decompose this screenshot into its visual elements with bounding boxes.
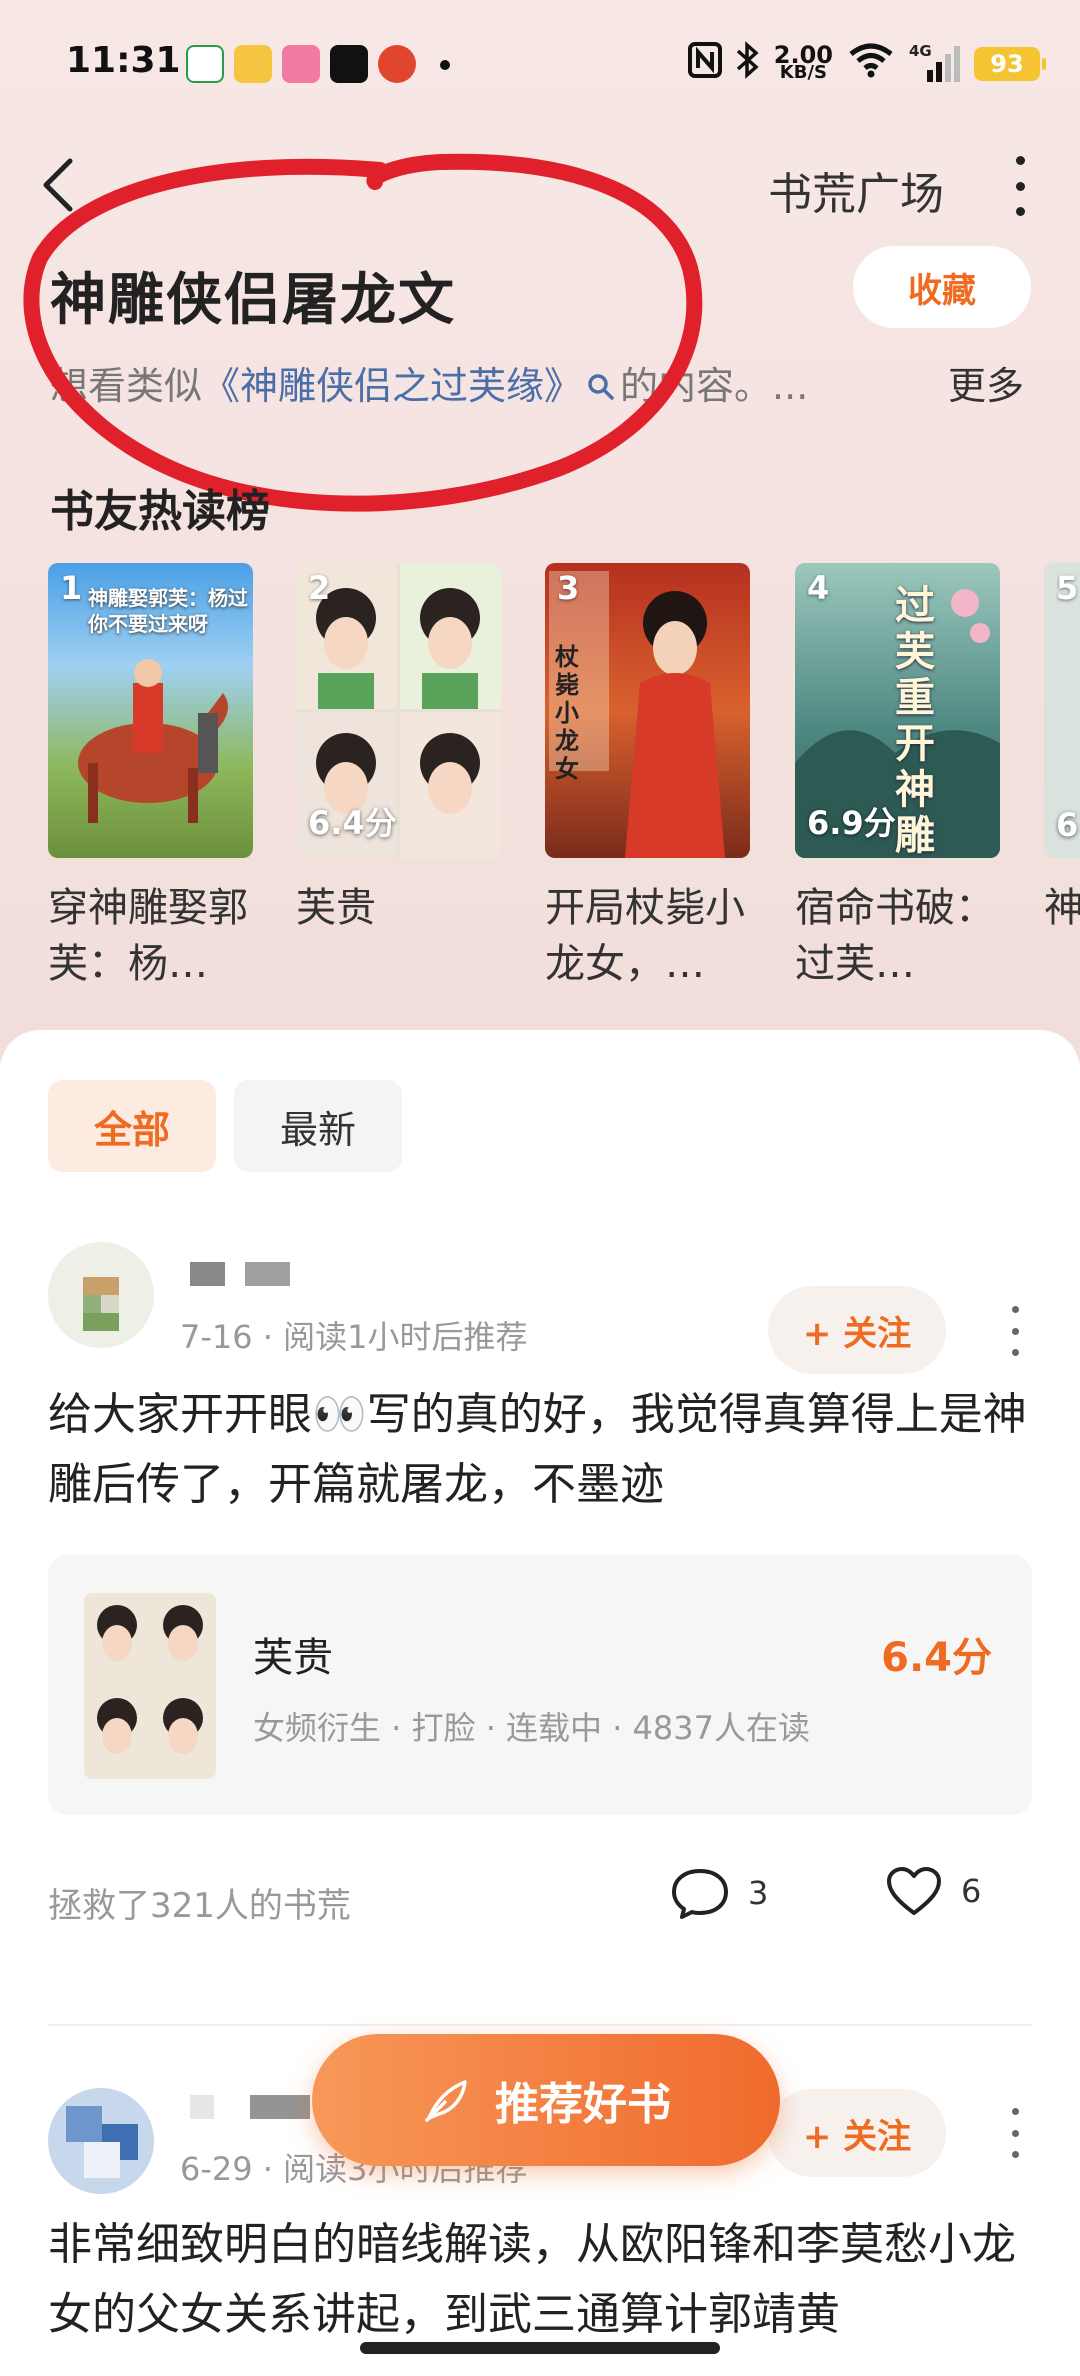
ranking-book[interactable]: 杖毙小龙女 3 开局杖毙小龙女，… bbox=[545, 563, 750, 992]
post-more-button[interactable] bbox=[1005, 1306, 1025, 1356]
card-book-score: 6.4分 bbox=[881, 1635, 992, 1681]
book-cover: 2 6.4分 bbox=[296, 563, 501, 858]
battery-indicator: 93 bbox=[974, 47, 1046, 81]
portrait-grid-illustration bbox=[84, 1593, 216, 1779]
pixelated-avatar bbox=[48, 2088, 154, 2194]
back-button[interactable] bbox=[40, 150, 96, 220]
tab-latest[interactable]: 最新 bbox=[234, 1080, 402, 1172]
cover-text: 神雕娶郭芙：杨过你不要过来呀 bbox=[88, 586, 248, 636]
subtitle-keyword[interactable]: 《神雕侠侣之过芙缘》 bbox=[202, 364, 582, 408]
recommended-book-card[interactable]: 芙贵 女频衍生 · 打脸 · 连载中 · 4837人在读 6.4分 bbox=[48, 1555, 1032, 1815]
rank-number: 3 bbox=[557, 569, 580, 607]
post-divider bbox=[48, 2024, 1032, 2026]
book-cover bbox=[84, 1593, 216, 1779]
like-button[interactable]: 6 bbox=[885, 1865, 981, 1917]
net-speed-unit: KB/S bbox=[779, 62, 827, 83]
ranking-book[interactable]: 过芙重开神雕 4 6.9分 宿命书破：过芙… bbox=[795, 563, 1000, 992]
book-cover: 神雕娶郭芙：杨过你不要过来呀 1 bbox=[48, 563, 253, 858]
more-dot bbox=[1015, 181, 1025, 191]
book-score: 6.4分 bbox=[308, 804, 397, 842]
rank-number: 2 bbox=[308, 569, 331, 607]
post-more-button[interactable] bbox=[1005, 2108, 1025, 2158]
page-title: 神雕侠侣屠龙文 bbox=[50, 268, 456, 333]
book-title: 宿命书破：过芙… bbox=[795, 885, 995, 987]
comment-button[interactable]: 3 bbox=[670, 1865, 768, 1921]
bluetooth-icon bbox=[736, 40, 760, 88]
username-redacted bbox=[190, 1262, 290, 1286]
app-icon-bank bbox=[186, 45, 224, 83]
more-dot bbox=[1011, 1306, 1019, 1313]
more-options-button[interactable] bbox=[1000, 150, 1040, 222]
avatar[interactable] bbox=[48, 1242, 154, 1348]
recommend-book-button[interactable]: 推荐好书 bbox=[312, 2034, 780, 2166]
book-title: 芙贵 bbox=[296, 885, 376, 931]
home-indicator[interactable] bbox=[360, 2342, 720, 2354]
app-icon-weibo bbox=[234, 45, 272, 83]
app-icon-bilibili bbox=[282, 45, 320, 83]
chevron-left-icon bbox=[43, 158, 73, 212]
cover-text: 过芙重开神雕 bbox=[895, 583, 935, 858]
book-score: 6 bbox=[1056, 806, 1079, 844]
more-dot bbox=[1011, 1327, 1019, 1335]
more-dot bbox=[1015, 156, 1025, 165]
notification-dot-icon bbox=[440, 60, 450, 70]
more-dot bbox=[1011, 2151, 1019, 2158]
favorite-button[interactable]: 收藏 bbox=[853, 246, 1031, 328]
recommend-label: 推荐好书 bbox=[495, 2079, 671, 2130]
more-dot bbox=[1011, 1349, 1019, 1356]
book-plaza-link[interactable]: 书荒广场 bbox=[768, 158, 944, 222]
username-redacted bbox=[190, 2095, 310, 2119]
book-cover: 杖毙小龙女 3 bbox=[545, 563, 750, 858]
card-book-title: 芙贵 bbox=[253, 1635, 333, 1681]
book-cover: 5 6 bbox=[1044, 563, 1080, 858]
book-title: 穿神雕娶郭芙：杨… bbox=[48, 885, 248, 987]
pixelated-avatar bbox=[48, 1242, 154, 1348]
follow-button[interactable]: + 关注 bbox=[768, 1286, 946, 1374]
feather-pen-icon bbox=[425, 2080, 467, 2122]
post-text[interactable]: 非常细致明白的暗线解读，从欧阳锋和李莫愁小龙女的父女关系讲起，到武三通算计郭靖黄 bbox=[48, 2210, 1038, 2350]
more-dot bbox=[1011, 2108, 1019, 2115]
avatar[interactable] bbox=[48, 2088, 154, 2194]
status-bar: 11:31 2.00 KB/S 4G 93 bbox=[0, 0, 1080, 130]
app-icon-game bbox=[378, 45, 416, 83]
saved-count-text: 拯救了321人的书荒 bbox=[48, 1886, 351, 1926]
comment-count: 3 bbox=[748, 1874, 769, 1912]
comment-icon bbox=[672, 1869, 728, 1919]
rank-number: 1 bbox=[60, 569, 83, 607]
subtitle-suffix: 的内容。... bbox=[620, 364, 809, 408]
signal-icon: 4G bbox=[909, 42, 960, 82]
ranking-book[interactable]: 5 6 神录 bbox=[1044, 563, 1080, 992]
topic-subtitle: 想看类似《神雕侠侣之过芙缘》 的内容。... bbox=[50, 355, 870, 411]
cover-text: 杖毙小龙女 bbox=[555, 643, 579, 783]
network-type: 4G bbox=[909, 42, 932, 60]
book-cover: 过芙重开神雕 4 6.9分 bbox=[795, 563, 1000, 858]
more-dot bbox=[1011, 2129, 1019, 2137]
rank-number: 4 bbox=[807, 569, 830, 607]
app-icon-capcut bbox=[330, 45, 368, 83]
wifi-icon bbox=[847, 42, 895, 87]
like-count: 6 bbox=[961, 1872, 982, 1910]
status-time: 11:31 bbox=[66, 40, 181, 81]
ranking-book[interactable]: 神雕娶郭芙：杨过你不要过来呀 1 穿神雕娶郭芙：杨… bbox=[48, 563, 253, 992]
post-text[interactable]: 给大家开开眼👀写的真的好，我觉得真算得上是神雕后传了，开篇就屠龙，不墨迹 bbox=[48, 1380, 1038, 1520]
tab-all[interactable]: 全部 bbox=[48, 1080, 216, 1172]
nfc-icon bbox=[687, 41, 722, 87]
rank-number: 5 bbox=[1056, 569, 1079, 607]
book-title: 开局杖毙小龙女，… bbox=[545, 885, 745, 987]
heart-icon bbox=[887, 1867, 941, 1915]
search-icon bbox=[586, 367, 616, 411]
more-dot bbox=[1015, 207, 1025, 216]
status-right: 2.00 KB/S 4G 93 bbox=[687, 40, 1046, 88]
card-book-tags: 女频衍生 · 打脸 · 连载中 · 4837人在读 bbox=[253, 1709, 810, 1747]
more-link[interactable]: 更多 bbox=[948, 355, 1024, 410]
net-speed: 2.00 KB/S bbox=[774, 43, 833, 83]
follow-button[interactable]: + 关注 bbox=[768, 2089, 946, 2177]
book-score: 6.9分 bbox=[807, 804, 896, 842]
book-title: 神录 bbox=[1044, 885, 1080, 931]
subtitle-prefix: 想看类似 bbox=[50, 364, 203, 408]
ranking-book[interactable]: 2 6.4分 芙贵 bbox=[296, 563, 501, 992]
post-meta: 7-16 · 阅读1小时后推荐 bbox=[180, 1318, 528, 1356]
ranking-title: 书友热读榜 bbox=[50, 486, 270, 537]
